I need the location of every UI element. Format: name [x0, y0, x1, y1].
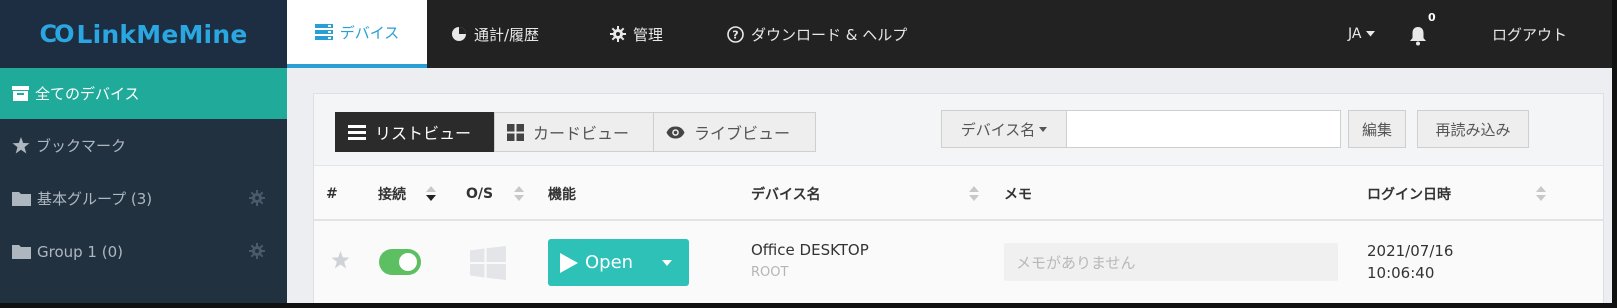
login-date: 2021/07/16	[1367, 242, 1454, 260]
logo-glyph: CO	[39, 20, 75, 48]
edit-button[interactable]: 編集	[1348, 110, 1406, 148]
list-view-button[interactable]: リストビュー	[335, 112, 495, 152]
sidebar-item-all-devices[interactable]: 全てのデバイス	[0, 68, 287, 119]
search-field-label: デバイス名	[960, 120, 1036, 139]
logout-link[interactable]: ログアウト	[1492, 0, 1567, 68]
column-header-label: 接続	[378, 186, 406, 203]
live-view-label: ライブビュー	[694, 124, 791, 143]
table-row: Open Office DESKTOP ROOT メモがありません 2021/0…	[314, 223, 1603, 308]
live-view-button[interactable]: ライブビュー	[653, 112, 816, 152]
device-list-panel: リストビュー カードビュー ライブビュー デバイス名 編集 再読み込み # 接続…	[313, 93, 1604, 308]
sort-desc-icon[interactable]	[426, 186, 436, 202]
tab-statistics[interactable]: 通計/履歴	[451, 0, 539, 68]
notification-count: 0	[1428, 11, 1436, 24]
folder-icon	[12, 244, 31, 259]
open-button[interactable]: Open	[548, 239, 689, 286]
column-header-label: デバイス名	[751, 186, 821, 203]
gear-icon	[610, 26, 626, 42]
device-search: デバイス名	[941, 110, 1341, 148]
folder-icon	[12, 191, 31, 206]
column-header-login[interactable]: ログイン日時	[1367, 166, 1451, 221]
card-view-label: カードビュー	[533, 124, 630, 143]
tab-download-help-label: ダウンロード & ヘルプ	[751, 25, 908, 44]
pie-chart-icon	[451, 26, 467, 42]
eye-icon	[666, 126, 685, 139]
sidebar-item-label: 全てのデバイス	[35, 85, 140, 103]
memo-placeholder: メモがありません	[1016, 253, 1136, 272]
tab-download-help[interactable]: ? ダウンロード & ヘルプ	[727, 0, 907, 68]
reload-label: 再読み込み	[1435, 120, 1511, 139]
search-input[interactable]	[1067, 110, 1341, 148]
notifications-button[interactable]: 0	[1409, 0, 1439, 68]
device-name[interactable]: Office DESKTOP	[751, 241, 869, 259]
bell-icon	[1409, 26, 1427, 46]
column-header-memo: メモ	[1004, 186, 1032, 203]
archive-icon	[12, 86, 29, 101]
column-header-connection[interactable]: 接続	[378, 166, 406, 221]
column-header-os[interactable]: O/S	[466, 166, 493, 221]
toggle-knob	[399, 253, 417, 271]
column-header-number: #	[326, 185, 338, 202]
login-time: 10:06:40	[1367, 264, 1435, 282]
open-button-label: Open	[585, 252, 634, 273]
column-header-function: 機能	[548, 186, 576, 203]
windows-icon	[470, 246, 506, 284]
reload-button[interactable]: 再読み込み	[1417, 110, 1529, 148]
caret-down-icon	[1366, 31, 1376, 37]
window-border-right	[1612, 0, 1617, 308]
list-view-label: リストビュー	[375, 124, 472, 143]
sidebar-item-basic-group[interactable]: 基本グループ (3)	[0, 172, 287, 225]
search-field-dropdown[interactable]: デバイス名	[941, 110, 1067, 148]
sidebar-item-bookmarks[interactable]: ブックマーク	[0, 119, 287, 172]
top-navbar: CO LinkMeMine デバイス 通計/履歴 管理 ? ダウンロード & ヘ…	[0, 0, 1617, 68]
star-icon	[12, 137, 30, 154]
question-circle-icon: ?	[727, 25, 744, 43]
device-toolbar: リストビュー カードビュー ライブビュー デバイス名 編集 再読み込み	[314, 94, 1603, 166]
app-logo[interactable]: CO LinkMeMine	[0, 0, 287, 68]
group-settings-gear-icon[interactable]	[249, 243, 265, 263]
connection-toggle[interactable]	[379, 249, 421, 275]
sort-icon[interactable]	[1536, 186, 1546, 202]
list-icon	[348, 124, 366, 140]
tab-statistics-label: 通計/履歴	[474, 25, 540, 44]
card-view-button[interactable]: カードビュー	[494, 112, 654, 152]
logo-text: LinkMeMine	[76, 19, 248, 49]
tab-admin-label: 管理	[633, 25, 664, 44]
bookmark-star-icon[interactable]	[331, 251, 350, 273]
grid-icon	[507, 123, 524, 141]
memo-field[interactable]: メモがありません	[1004, 243, 1338, 281]
tab-devices-label: デバイス	[339, 23, 400, 42]
sidebar-item-label: Group 1 (0)	[37, 242, 123, 261]
play-icon	[559, 252, 579, 274]
language-label: JA	[1348, 26, 1362, 42]
login-datetime: 2021/07/16 10:06:40	[1367, 240, 1453, 284]
window-border-bottom	[0, 303, 1617, 308]
device-name-cell: Office DESKTOP ROOT	[751, 241, 869, 280]
column-header-label: ログイン日時	[1367, 186, 1451, 203]
caret-down-icon	[1039, 126, 1048, 132]
table-header: # 接続 O/S 機能 デバイス名 メモ ログイン日時	[314, 166, 1603, 221]
svg-text:?: ?	[732, 28, 738, 41]
sidebar-item-group-1[interactable]: Group 1 (0)	[0, 225, 287, 278]
view-switcher: リストビュー カードビュー ライブビュー	[335, 112, 816, 152]
sidebar: 全てのデバイス ブックマーク 基本グループ (3) Group 1 (0)	[0, 68, 287, 308]
sort-icon[interactable]	[969, 186, 979, 202]
group-settings-gear-icon[interactable]	[249, 190, 265, 210]
column-header-label: O/S	[466, 185, 494, 202]
caret-down-icon[interactable]	[662, 259, 673, 266]
sidebar-item-label: 基本グループ (3)	[37, 190, 153, 208]
edit-label: 編集	[1361, 120, 1392, 139]
sidebar-item-label: ブックマーク	[36, 137, 127, 155]
logout-label: ログアウト	[1492, 25, 1568, 44]
column-header-device-name[interactable]: デバイス名	[751, 166, 821, 221]
tab-admin[interactable]: 管理	[610, 0, 663, 68]
device-user: ROOT	[751, 265, 789, 280]
sort-icon[interactable]	[514, 186, 524, 202]
server-icon	[314, 24, 333, 40]
language-dropdown[interactable]: JA	[1348, 0, 1376, 68]
tab-devices[interactable]: デバイス	[287, 0, 427, 68]
